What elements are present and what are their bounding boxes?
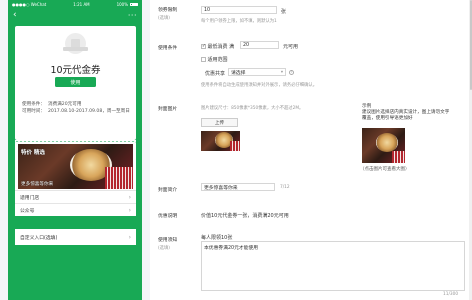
banner-title: 特价 精选 [21,150,45,156]
offer-label: 优惠说明 [158,214,178,219]
valid-time-value: 2017.08.10-2017.09.08，周一至周日 [48,109,130,114]
banner-caption: 更多惊喜等你来 [21,182,54,187]
back-chevron-icon[interactable]: ‹ [13,11,17,20]
nav-bar: ‹ ··· [8,9,142,22]
coupon-info: 使用条件： 消费满20元可用 可用时间： 2017.08.10-2017.09.08… [22,101,134,115]
help-icon[interactable]: ? [289,69,294,75]
notes-text: 本优惠券满20元才能使用 [204,246,259,251]
example-desc: 建议图片选择店内真实设计，图上请勿文字覆盖，使用引导语更加好 [362,110,450,121]
limit-optional: (选填) [158,16,170,21]
coupon-card: 10元代金券 使用 使用条件： 消费满20元可用 可用时间： 2017.08.10-… [15,26,136,143]
merchant-name-placeholder [63,47,88,51]
limit-unit: 张 [281,9,287,15]
condition-hint: 使用条件将自动生成使用须知并对外展示，请务必仔细确认。 [201,83,318,88]
cover-label: 封面图片 [158,107,178,112]
limit-label: 领券限制 (选填) [158,8,178,21]
coupon-form: 领券限制 (选填) 10 张 每个用户领券上限，如不填，则默认为1 使用条件 最… [150,0,472,300]
share-select-value: 请选择 [231,70,246,76]
carrier-text: ●●●●○ WeChat [12,2,47,7]
summary-count: 7/12 [280,185,290,190]
summary-input[interactable]: 更多惊喜等你来 [201,183,275,191]
chevron-down-icon: ▾ [280,69,283,75]
min-spend-checkbox[interactable] [201,44,206,49]
list-item-label: 公众号 [20,208,35,214]
coupon-title: 10元代金券 [50,65,101,76]
min-spend-unit: 元可用 [283,44,299,50]
custom-entry-label: 自定义入口(选填) [20,235,58,241]
notes-optional: (选填) [158,246,170,251]
limit-input[interactable]: 10 [201,6,277,14]
offer-text: 价值10元代金券一张，消费满20元可用 [201,213,289,219]
status-bar: ●●●●○ WeChat 1:21 AM 100% [8,0,142,9]
example-caption: （点击图片可查看大图） [360,167,410,172]
banner-food-image: 特价 精选 更多惊喜等你来 [18,144,133,189]
list-item-stores[interactable]: 适用门店 › [15,190,136,203]
use-coupon-button[interactable]: 使用 [55,77,96,87]
condition-value: 消费满20元可用 [48,102,82,107]
limit-hint: 每个用户领券上限，如不填，则默认为1 [201,19,277,24]
scope-label: 适用范围 [207,57,228,63]
list-item-official-account[interactable]: 公众号 › [15,203,136,216]
more-menu-icon[interactable]: ··· [128,11,137,19]
example-image[interactable] [362,128,405,163]
min-spend-input[interactable]: 20 [240,41,279,49]
notes-count: 11/300 [443,292,459,297]
condition-label: 使用条件 [158,46,178,51]
phone-link-list: 适用门店 › 公众号 › [15,190,136,216]
custom-entry-item[interactable]: 自定义入口(选填) › [15,229,136,245]
valid-time-key: 可用时间： [22,109,45,114]
notes-textarea[interactable]: 本优惠券满20元才能使用 [201,241,465,291]
battery-text: 100% [116,2,128,7]
cover-hint: 图片建议尺寸：850像素*350像素，大小不超过2M。 [201,106,304,111]
list-item-label: 适用门店 [20,195,40,201]
chevron-right-icon: › [128,193,131,201]
notes-label: 使用须知 (选填) [158,238,178,251]
upload-button[interactable]: 上传 [201,118,238,127]
min-spend-label: 最低消费 满 [207,44,235,50]
summary-label: 封面简介 [158,188,178,193]
chevron-right-icon: › [128,233,131,241]
share-select[interactable]: 请选择 ▾ [228,68,286,76]
scope-checkbox[interactable] [201,57,206,62]
scrollbar-thumb[interactable] [469,0,472,90]
cover-thumbnail[interactable] [201,131,240,151]
time-text: 1:21 AM [73,2,90,7]
share-label: 优惠共享 [205,71,226,77]
phone-preview: ●●●●○ WeChat 1:21 AM 100% ‹ ··· 10元代金券 使… [8,0,142,300]
example-section: 示例 建议图片选择店内真实设计，图上请勿文字覆盖，使用引导语更加好 [362,104,452,122]
chevron-right-icon: › [128,206,131,214]
condition-key: 使用条件： [22,102,45,107]
battery-icon [130,2,138,7]
